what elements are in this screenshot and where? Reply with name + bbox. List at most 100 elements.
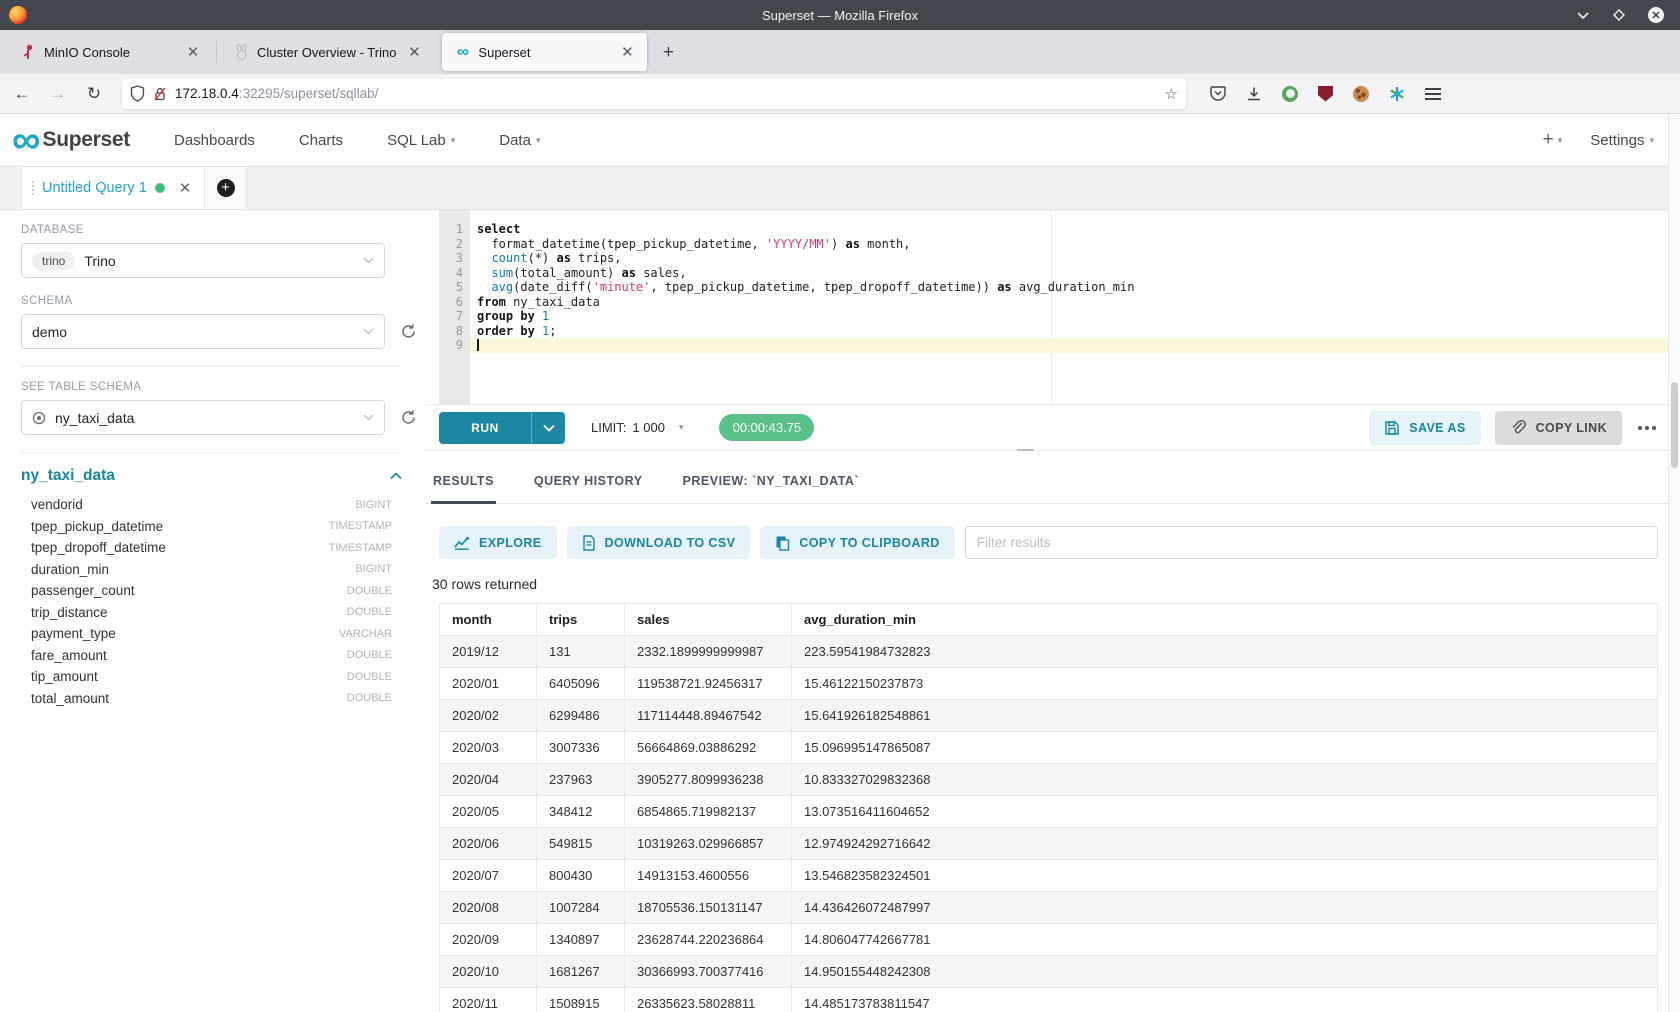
grid-cell: 12.974924292716642 — [792, 828, 1658, 860]
add-new-button[interactable]: +▾ — [1543, 129, 1563, 151]
schema-select[interactable]: demo — [21, 314, 385, 349]
page-scrollbar[interactable] — [1668, 114, 1680, 1012]
minimize-icon[interactable] — [1576, 11, 1590, 20]
browser-tab-label: Cluster Overview - Trino — [257, 45, 396, 60]
grid-cell: 23628744.220236864 — [625, 924, 792, 956]
menu-hamburger-icon[interactable] — [1425, 88, 1441, 100]
sql-editor[interactable]: 123456789 select format_datetime(tpep_pi… — [425, 210, 1680, 404]
drag-grip-icon[interactable] — [32, 181, 34, 195]
browser-tab-strip: MinIO Console✕Cluster Overview - Trino✕∞… — [0, 30, 1680, 74]
column-row[interactable]: vendoridBIGINT — [21, 494, 392, 516]
editor-toolbar: RUN LIMIT: 1 000 ▾ 00:00:43.75 SAVE AS C… — [425, 404, 1680, 451]
column-row[interactable]: payment_typeVARCHAR — [21, 623, 392, 645]
new-tab-button[interactable]: + — [653, 38, 683, 68]
tab-close-icon[interactable]: ✕ — [404, 42, 424, 62]
grid-cell: 1681267 — [537, 956, 625, 988]
code-line: sum(total_amount) as sales, — [470, 266, 1680, 281]
refresh-schema-icon[interactable] — [400, 323, 417, 340]
column-row[interactable]: total_amountDOUBLE — [21, 688, 392, 710]
column-row[interactable]: tpep_dropoff_datetimeTIMESTAMP — [21, 537, 392, 559]
pocket-icon[interactable] — [1210, 86, 1226, 101]
editor-gutter: 123456789 — [439, 210, 470, 404]
nav-item-charts[interactable]: Charts — [299, 132, 343, 149]
copy-link-button[interactable]: COPY LINK — [1495, 411, 1622, 445]
column-row[interactable]: tip_amountDOUBLE — [21, 666, 392, 688]
save-icon — [1384, 420, 1400, 436]
column-row[interactable]: tpep_pickup_datetimeTIMESTAMP — [21, 516, 392, 538]
maximize-icon[interactable] — [1612, 8, 1626, 22]
window-title: Superset — Mozilla Firefox — [0, 8, 1680, 23]
run-button[interactable]: RUN — [439, 412, 565, 444]
add-query-tab-button[interactable]: + — [205, 167, 247, 209]
bookmark-star-icon[interactable]: ☆ — [1165, 85, 1178, 103]
column-row[interactable]: fare_amountDOUBLE — [21, 645, 392, 667]
url-bar[interactable]: 172.18.0.4:32295/superset/sqllab/ ☆ — [122, 79, 1186, 109]
grid-cell: 13.546823582324501 — [792, 860, 1658, 892]
grid-cell: 2020/06 — [440, 828, 537, 860]
grid-cell: 14.806047742667781 — [792, 924, 1658, 956]
tab-close-icon[interactable]: ✕ — [617, 42, 637, 62]
query-tab[interactable]: Untitled Query 1 ✕ — [21, 167, 205, 209]
database-select[interactable]: trino Trino — [21, 243, 385, 278]
extension-green-icon[interactable] — [1282, 86, 1298, 102]
caret-down-icon: ▾ — [536, 135, 541, 146]
save-as-button[interactable]: SAVE AS — [1369, 411, 1480, 445]
grid-row: 2020/11150891526335623.5802881114.485173… — [440, 988, 1658, 1012]
nav-item-sql-lab[interactable]: SQL Lab▾ — [387, 132, 455, 149]
more-options-icon[interactable] — [1638, 426, 1656, 430]
grid-header-cell[interactable]: month — [440, 604, 537, 636]
explore-button[interactable]: EXPLORE — [439, 526, 557, 559]
editor-code-area[interactable]: select format_datetime(tpep_pickup_datet… — [470, 210, 1680, 404]
nav-item-data[interactable]: Data▾ — [499, 132, 540, 149]
column-name: vendorid — [31, 497, 83, 512]
plus-circle-icon: + — [217, 179, 235, 197]
extension-asterisk-icon[interactable] — [1389, 86, 1405, 102]
cookie-extension-icon[interactable] — [1353, 86, 1369, 102]
table-section-header[interactable]: ny_taxi_data — [21, 467, 402, 485]
query-tab-close-icon[interactable]: ✕ — [179, 179, 192, 197]
settings-menu[interactable]: Settings▾ — [1590, 132, 1654, 149]
scrollbar-thumb[interactable] — [1671, 382, 1678, 468]
column-row[interactable]: passenger_countDOUBLE — [21, 580, 392, 602]
back-button[interactable]: ← — [8, 80, 36, 108]
table-schema-select[interactable]: ny_taxi_data — [21, 400, 385, 435]
grid-header-cell[interactable]: avg_duration_min — [792, 604, 1658, 636]
results-tab[interactable]: PREVIEW: `NY_TAXI_DATA` — [681, 474, 862, 503]
nav-item-dashboards[interactable]: Dashboards — [174, 132, 255, 149]
minio-tab-icon — [20, 44, 36, 60]
downloads-icon[interactable] — [1246, 86, 1262, 102]
filter-results-input[interactable] — [965, 526, 1658, 559]
reload-button[interactable]: ↻ — [80, 80, 108, 108]
results-tab[interactable]: RESULTS — [431, 474, 496, 503]
window-titlebar: Superset — Mozilla Firefox ✕ — [0, 0, 1680, 30]
grid-row: 2019/121312332.1899999999987223.59541984… — [440, 636, 1658, 668]
browser-tab[interactable]: ∞Superset✕ — [442, 33, 647, 71]
copy-clipboard-button[interactable]: COPY TO CLIPBOARD — [760, 526, 954, 559]
chevron-up-icon[interactable] — [390, 472, 402, 480]
close-window-icon[interactable]: ✕ — [1648, 7, 1664, 23]
column-type: BIGINT — [355, 563, 392, 575]
forward-button[interactable]: → — [44, 80, 72, 108]
download-csv-button[interactable]: DOWNLOAD TO CSV — [567, 526, 751, 559]
run-options-chevron-icon[interactable] — [531, 412, 565, 444]
limit-dropdown[interactable]: LIMIT: 1 000 ▾ — [591, 420, 683, 435]
caret-down-icon: ▾ — [679, 422, 684, 433]
column-row[interactable]: trip_distanceDOUBLE — [21, 602, 392, 624]
chevron-down-icon — [363, 328, 374, 335]
column-row[interactable]: duration_minBIGINT — [21, 559, 392, 581]
browser-tab[interactable]: Cluster Overview - Trino ✕ — [221, 33, 434, 71]
refresh-table-icon[interactable] — [400, 409, 417, 426]
ublock-origin-icon[interactable] — [1318, 86, 1333, 102]
grid-cell: 15.46122150237873 — [792, 668, 1658, 700]
insecure-lock-icon[interactable] — [153, 86, 167, 102]
results-tab[interactable]: QUERY HISTORY — [532, 474, 645, 503]
tracking-shield-icon[interactable] — [130, 85, 145, 102]
tab-close-icon[interactable]: ✕ — [183, 42, 203, 62]
elapsed-time-badge: 00:00:43.75 — [719, 414, 814, 441]
browser-tab[interactable]: MinIO Console✕ — [8, 33, 213, 71]
grid-header-cell[interactable]: sales — [625, 604, 792, 636]
grid-header-cell[interactable]: trips — [537, 604, 625, 636]
superset-logo[interactable]: ∞ Superset — [12, 125, 130, 155]
database-type-badge: trino — [32, 252, 75, 270]
grid-cell: 1508915 — [537, 988, 625, 1012]
